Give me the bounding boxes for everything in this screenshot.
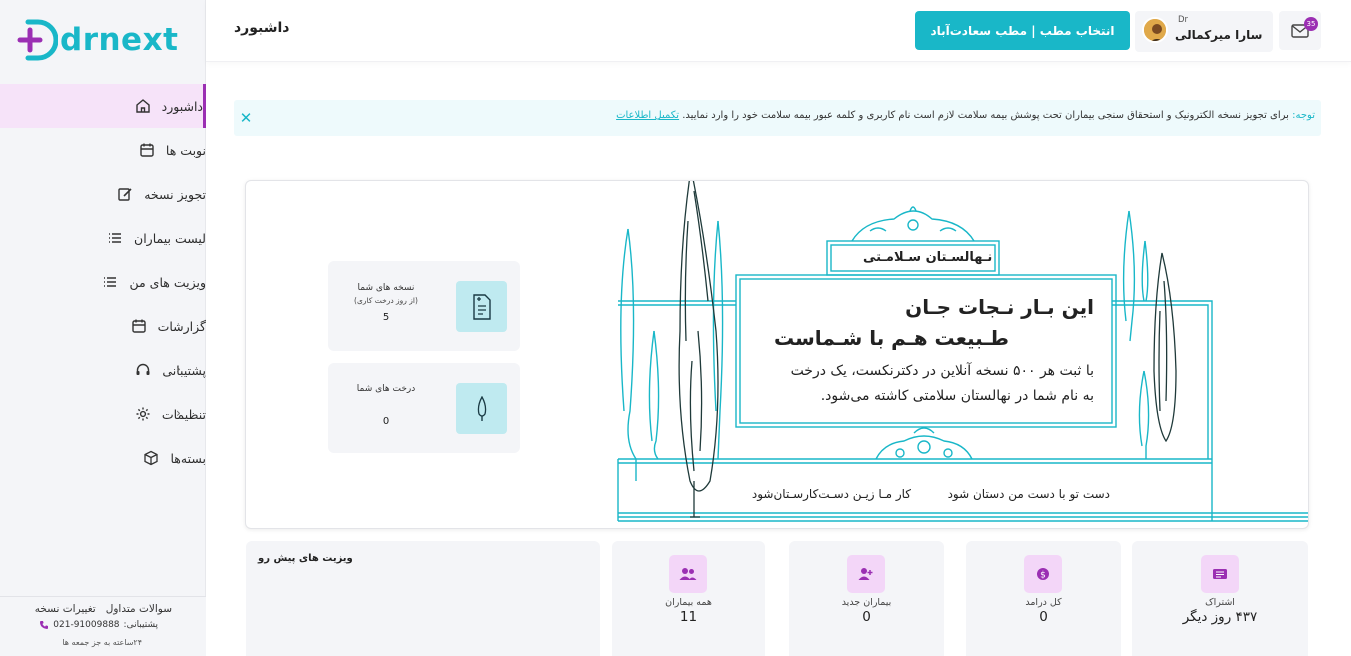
subscription-card: اشتراک ۴۳۷ روز دیگر [1132, 541, 1308, 656]
new-patients-card: بیماران جدید 0 [789, 541, 944, 656]
trees-stat-card: درخت های شما 0 [328, 363, 520, 453]
card-label: بیماران جدید [841, 597, 892, 608]
user-name: سارا میرکمالی [1175, 28, 1263, 42]
sidebar-item-support[interactable]: پشتیبانی ‹ [0, 348, 206, 392]
nursery-sign-text: نـهالسـتان سـلامـتی [863, 250, 993, 265]
prescription-icon [456, 281, 507, 332]
sidebar: drnext داشبورد نوبت ها تجویز نسخه لیست ب… [0, 0, 206, 656]
banner-body-line-1: با ثبت هر ۵۰۰ نسخه آنلاین در دکترنکست، ی… [790, 363, 1094, 379]
stat-subtitle: (از روز درخت کاری) [354, 296, 418, 305]
tree-campaign-banner: نسخه های شما (از روز درخت کاری) 5 درخت ه… [245, 180, 1309, 529]
tree-icon [456, 383, 507, 434]
home-icon [134, 97, 152, 115]
all-patients-card: همه بیماران 11 [612, 541, 765, 656]
stat-value: 0 [382, 416, 390, 427]
footer-links: سوالات متداول تغییرات نسخه [35, 603, 172, 615]
sidebar-item-label: پشتیبانی [162, 362, 206, 378]
support-hours: ۲۴ساعته به جز جمعه ها [62, 638, 142, 647]
sidebar-item-settings[interactable]: تنظیمات ‹ [0, 392, 206, 436]
banner-headline-1: این بـار نـجات جـان [905, 295, 1094, 319]
sidebar-item-prescribe[interactable]: تجویز نسخه [0, 172, 206, 216]
notice-text: توجه: برای تجویز نسخه الکترونیک و استحقا… [616, 110, 1315, 121]
upcoming-visits-card: ویزیت های پیش رو [246, 541, 600, 656]
banner-caption-2: کار مـا زیـن دسـت‌کارسـتان‌شود [751, 487, 911, 501]
sidebar-item-my-visits[interactable]: ویزیت های من [0, 260, 206, 304]
nursery-illustration [617, 181, 1308, 522]
card-value: ۴۳۷ روز دیگر [1182, 609, 1258, 625]
money-icon: $ [1024, 555, 1062, 593]
stat-title: درخت های شما [356, 384, 416, 394]
card-label: اشتراک [1205, 597, 1235, 608]
income-card: $ کل درامد 0 [966, 541, 1121, 656]
sidebar-item-reports[interactable]: گزارشات [0, 304, 206, 348]
logo[interactable]: drnext [16, 14, 178, 66]
chevron-left-icon: ‹ [176, 362, 181, 376]
users-icon [669, 555, 707, 593]
gear-icon [134, 405, 152, 423]
notice-prefix: توجه: [1292, 110, 1315, 121]
list-icon [106, 229, 124, 247]
list-icon [101, 273, 119, 291]
select-clinic-button[interactable]: انتخاب مطب | مطب سعادت‌آباد [915, 11, 1130, 50]
version-changes-link[interactable]: تغییرات نسخه [35, 603, 96, 615]
page-title: داشبورد [234, 20, 290, 36]
headset-icon [134, 361, 152, 379]
sidebar-item-dashboard[interactable]: داشبورد [0, 84, 206, 128]
stat-title: نسخه های شما [357, 283, 415, 293]
logo-mark-icon [17, 19, 58, 61]
support-label: :پشتیبانی [123, 620, 158, 630]
support-phone: 021-91009888 :پشتیبانی [39, 620, 158, 630]
edit-icon [116, 185, 134, 203]
banner-body-line-2: به نام شما در نهالستان سلامتی کاشته می‌ش… [820, 388, 1094, 404]
prescriptions-stat-card: نسخه های شما (از روز درخت کاری) 5 [328, 261, 520, 351]
user-title: Dr [1178, 15, 1189, 25]
messages-button[interactable]: 35 [1279, 11, 1321, 50]
card-value: 11 [679, 609, 698, 625]
avatar [1142, 17, 1168, 43]
sidebar-item-label: تجویز نسخه [144, 186, 206, 202]
box-icon [142, 449, 160, 467]
chevron-left-icon: ‹ [176, 406, 181, 420]
upcoming-visits-title: ویزیت های پیش رو [258, 553, 353, 564]
banner-caption-1: دست تو با دست من دستان شود [947, 487, 1110, 501]
user-add-icon [847, 555, 885, 593]
subscription-icon [1201, 555, 1239, 593]
notice-body: برای تجویز نسخه الکترونیک و استحقاق سنجی… [679, 110, 1293, 121]
sidebar-footer: سوالات متداول تغییرات نسخه 021-91009888 … [0, 596, 206, 656]
notification-badge: 35 [1304, 17, 1318, 31]
phone-icon [40, 621, 49, 629]
faq-link[interactable]: سوالات متداول [106, 603, 172, 615]
calendar-icon [138, 141, 156, 159]
sidebar-item-label: گزارشات [157, 318, 206, 334]
logo-text: drnext [60, 22, 179, 58]
sidebar-item-label: ویزیت های من [129, 274, 206, 290]
user-menu[interactable]: ⌄ Dr سارا میرکمالی [1135, 11, 1273, 52]
sidebar-nav: داشبورد نوبت ها تجویز نسخه لیست بیماران … [0, 84, 206, 480]
card-label: کل درامد [1025, 597, 1062, 608]
card-label: همه بیماران [665, 597, 712, 608]
sidebar-item-label: تنظیمات [161, 406, 206, 422]
support-phone-number: 021-91009888 [53, 620, 120, 630]
sidebar-item-label: نوبت ها [165, 142, 206, 158]
sidebar-item-label: بسته‌ها [170, 450, 206, 466]
sidebar-item-label: داشبورد [161, 98, 203, 114]
calendar-icon [130, 317, 148, 335]
close-icon[interactable]: ✕ [237, 109, 255, 127]
insurance-notice: توجه: برای تجویز نسخه الکترونیک و استحقا… [234, 100, 1321, 136]
svg-text:$: $ [1040, 571, 1046, 581]
sidebar-item-patients[interactable]: لیست بیماران [0, 216, 206, 260]
sidebar-item-label: لیست بیماران [134, 230, 206, 246]
stat-value: 5 [382, 312, 390, 323]
complete-info-link[interactable]: تکمیل اطلاعات [616, 110, 679, 121]
card-value: 0 [862, 609, 871, 625]
card-value: 0 [1039, 609, 1048, 625]
sidebar-item-appointments[interactable]: نوبت ها [0, 128, 206, 172]
sidebar-item-packages[interactable]: بسته‌ها [0, 436, 206, 480]
banner-headline-2: طـبیعت هـم با شـماست [773, 326, 1009, 350]
